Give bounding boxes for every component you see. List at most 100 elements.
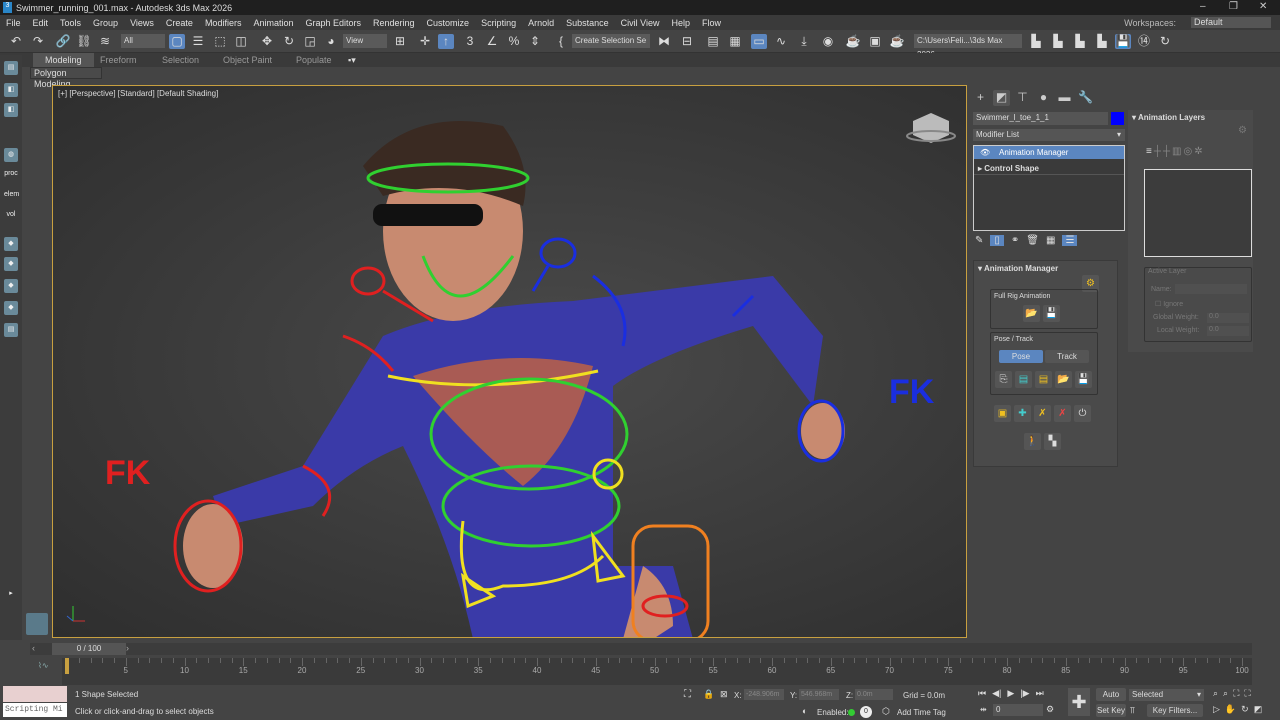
proc-label[interactable]: proc (4, 167, 18, 181)
select-manipulate-icon[interactable]: ✛ (417, 34, 433, 49)
bind-space-warp-icon[interactable]: ≋ (97, 34, 113, 49)
rect-selection-icon[interactable]: ⬚ (212, 34, 228, 49)
time-slider[interactable]: ‹ 0 / 100 › (30, 643, 1252, 655)
lock-selection-icon[interactable]: 🔒 (703, 689, 714, 700)
add-time-tag[interactable]: Add Time Tag (897, 708, 946, 717)
zoom-extents-icon[interactable]: ⛶ (1233, 688, 1239, 699)
rollout-header[interactable]: ▾ Animation Manager (974, 261, 1117, 276)
save-icon[interactable]: 💾 (1043, 305, 1060, 322)
delete-layer-icon[interactable]: ▥ (1172, 146, 1181, 157)
remove-modifier-icon[interactable]: 🗑 (1026, 235, 1039, 246)
select-controls-icon[interactable]: ▣ (994, 405, 1011, 422)
auto-key-button[interactable]: Auto Key (1096, 688, 1126, 712)
viewport-config-icon[interactable] (26, 613, 48, 635)
scale-icon[interactable]: ◲ (302, 34, 318, 49)
version-icon[interactable]: ⑭ (1136, 34, 1152, 49)
menu-scripting[interactable]: Scripting (481, 18, 516, 28)
menu-flow[interactable]: Flow (702, 18, 721, 28)
project-browse-icon[interactable]: ▙ (1094, 34, 1110, 49)
elem-label[interactable]: elem (4, 188, 19, 202)
next-key-icon[interactable]: |▶ (1020, 688, 1029, 699)
set-key-button[interactable]: Set Key (1096, 704, 1126, 717)
current-frame-marker[interactable] (65, 658, 69, 674)
hierarchy-tab-icon[interactable]: ⊤ (1014, 90, 1031, 106)
menu-arnold[interactable]: Arnold (528, 18, 554, 28)
pin-stack-icon[interactable]: ✎ (975, 235, 983, 246)
project-open-icon[interactable]: ▙ (1050, 34, 1066, 49)
reset-icon[interactable]: ⏻ (1074, 405, 1091, 422)
orbit-icon[interactable]: ↻ (1241, 704, 1249, 715)
menu-graph-editors[interactable]: Graph Editors (305, 18, 361, 28)
menu-views[interactable]: Views (130, 18, 154, 28)
menu-substance[interactable]: Substance (566, 18, 609, 28)
global-weight-spinner[interactable]: 0.0 (1207, 313, 1249, 323)
spinner-snap-icon[interactable]: ⇕ (527, 34, 543, 49)
maxscript-mini-listener[interactable]: Scripting Mi (3, 703, 67, 717)
menu-animation[interactable]: Animation (253, 18, 293, 28)
tool-icon[interactable]: ◧ (4, 83, 18, 97)
copy-layer-icon[interactable]: ◎ (1183, 146, 1192, 157)
layers-icon[interactable]: ≡ (1146, 146, 1152, 157)
menu-help[interactable]: Help (671, 18, 690, 28)
rendered-frame-window-icon[interactable]: ▣ (867, 34, 883, 49)
next-frame-arrow[interactable]: › (126, 643, 129, 653)
open-icon[interactable]: 📂 (1055, 371, 1072, 388)
walk-icon[interactable]: 🚶 (1024, 433, 1041, 450)
key-filters-button[interactable]: Key Filters... (1147, 704, 1203, 717)
add-key-icon[interactable]: ✚ (1014, 405, 1031, 422)
paste-icon[interactable]: ▤ (1015, 371, 1032, 388)
undo-icon[interactable]: ↶ (8, 34, 24, 49)
redo-icon[interactable]: ↷ (30, 34, 46, 49)
go-to-end-icon[interactable]: ⏭ (1036, 688, 1044, 699)
rotate-icon[interactable]: ↻ (281, 34, 297, 49)
perspective-viewport[interactable]: [+] [Perspective] [Standard] [Default Sh… (52, 85, 967, 638)
zoom-extents-all-icon[interactable]: ⛶ (1244, 688, 1250, 699)
modifier-list-dropdown[interactable]: Modifier List ▾ (973, 129, 1125, 141)
viewport-layout-icon[interactable]: ▤ (4, 61, 18, 75)
menu-customize[interactable]: Customize (427, 18, 470, 28)
current-frame-field[interactable]: 0 (993, 704, 1043, 716)
create-tab-icon[interactable]: + (972, 90, 989, 106)
make-unique-icon[interactable]: ⚭ (1011, 235, 1019, 246)
track-button[interactable]: Track (1045, 350, 1089, 363)
visibility-eye-icon[interactable]: 👁 (980, 148, 990, 157)
stack-item-animation-manager[interactable]: 👁 Animation Manager (974, 146, 1124, 159)
tool-icon[interactable]: ◍ (4, 148, 18, 162)
material-editor-icon[interactable]: ◉ (820, 34, 836, 49)
play-icon[interactable]: ▶ (1007, 688, 1014, 699)
menu-tools[interactable]: Tools (60, 18, 81, 28)
utilities-tab-icon[interactable]: 🔧 (1077, 90, 1094, 106)
menu-group[interactable]: Group (93, 18, 118, 28)
tool-icon[interactable]: ◆ (4, 301, 18, 315)
copy-icon[interactable]: ⎘ (995, 371, 1012, 388)
zoom-icon[interactable]: ⌕ (1213, 688, 1218, 699)
keyboard-shortcut-toggle-icon[interactable]: ↑ (438, 34, 454, 49)
tool-icon[interactable]: ◆ (4, 279, 18, 293)
maxscript-listener-output[interactable] (3, 686, 67, 702)
curve-editor-icon[interactable]: ∿ (773, 34, 789, 49)
add-layer-sel-icon[interactable]: ┼ (1163, 146, 1170, 157)
zoom-all-icon[interactable]: ⌕ (1223, 688, 1228, 699)
snaps-toggle-icon[interactable]: 3 (462, 34, 478, 49)
enabled-count[interactable]: 0 (860, 706, 872, 718)
fov-icon[interactable]: ▷ (1213, 704, 1220, 715)
sync-icon[interactable]: ↻ (1157, 34, 1173, 49)
ribbon-options-icon[interactable]: ▪▾ (348, 55, 356, 66)
prev-frame-arrow[interactable]: ‹ (32, 643, 35, 653)
align-icon[interactable]: ⊟ (679, 34, 695, 49)
close-button[interactable]: ✕ (1259, 1, 1267, 12)
save-pose-icon[interactable]: 💾 (1075, 371, 1092, 388)
autosave-icon[interactable]: 💾 (1115, 34, 1131, 49)
anim-layers-header[interactable]: ▾ Animation Layers (1128, 110, 1253, 125)
object-name-field[interactable]: Swimmer_l_toe_1_1 (973, 112, 1108, 125)
reference-coord-dropdown[interactable]: View (343, 34, 387, 48)
absolute-mode-icon[interactable]: ⊠ (720, 689, 728, 700)
x-coordinate-field[interactable]: -248.906m (744, 689, 784, 700)
select-object-icon[interactable]: ▢ (169, 34, 185, 49)
set-key-big-icon[interactable]: ✚ (1068, 688, 1090, 716)
ribbon-tab-modeling[interactable]: Modeling (33, 53, 94, 67)
ignore-checkbox[interactable]: ☐ Ignore (1155, 300, 1183, 308)
time-tag-icon[interactable]: ⬡ (882, 706, 890, 717)
project-folder-dropdown[interactable]: C:\Users\Feli...\3ds Max 2026 (914, 34, 1022, 59)
isolate-icon[interactable]: ⛶ (684, 689, 691, 700)
